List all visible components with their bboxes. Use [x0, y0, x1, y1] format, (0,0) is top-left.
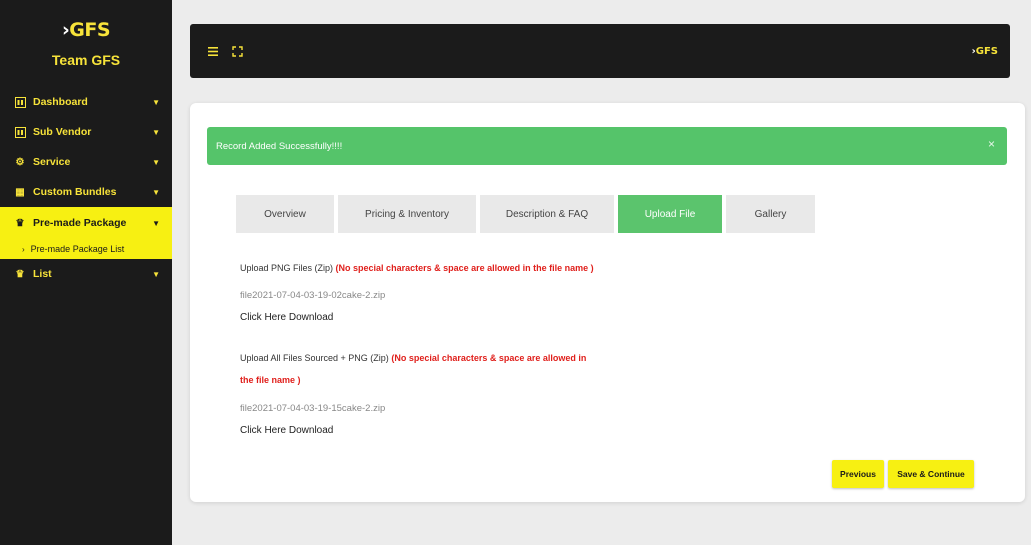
sidebar-item-pre-made-package[interactable]: ♛ Pre-made Package ▼ [0, 207, 172, 239]
dashboard-icon [14, 96, 26, 108]
sidebar-item-sub-vendor[interactable]: Sub Vendor ▼ [0, 117, 172, 147]
fullscreen-icon[interactable] [232, 45, 243, 57]
chevron-down-icon: ▼ [152, 218, 160, 228]
chevron-down-icon: ▼ [152, 127, 160, 137]
chevron-down-icon: ▼ [152, 269, 160, 279]
sidebar: ›GFS Team GFS Dashboard ▼ Sub Vendor ▼ ⚙… [0, 0, 172, 545]
png-upload-title: Upload PNG Files (Zip) [240, 263, 334, 273]
png-upload-warning: (No special characters & space are allow… [335, 263, 594, 273]
chevron-down-icon: ▼ [152, 157, 160, 167]
topbar-logo[interactable]: ›GFS [972, 46, 998, 57]
all-upload-warning: (No special characters & space are allow… [391, 353, 587, 363]
sidebar-item-label: Custom Bundles [33, 186, 117, 198]
package-icon: ♛ [15, 217, 25, 229]
sidebar-item-label: Pre-made Package [33, 217, 127, 229]
sidebar-item-custom-bundles[interactable]: ▦ Custom Bundles ▼ [0, 177, 172, 207]
bundle-icon: ▦ [15, 186, 25, 198]
sidebar-item-label: Sub Vendor [33, 126, 92, 138]
sidebar-subitem-label: Pre-made Package List [30, 244, 125, 254]
all-file-name: file2021-07-04-03-19-15cake-2.zip [240, 403, 386, 414]
sidebar-item-label: Service [33, 156, 71, 168]
png-upload-label: Upload PNG Files (Zip) (No special chara… [240, 263, 594, 273]
sidebar-subitem-pre-made-package-list[interactable]: › Pre-made Package List [0, 239, 172, 259]
all-upload-warning-cont: the file name ) [240, 375, 301, 385]
top-bar: ›GFS [190, 24, 1010, 78]
list-icon: ♛ [15, 268, 25, 280]
tab-gallery[interactable]: Gallery [726, 195, 815, 233]
sidebar-item-dashboard[interactable]: Dashboard ▼ [0, 87, 172, 117]
all-upload-label: Upload All Files Sourced + PNG (Zip) (No… [240, 353, 586, 363]
tab-upload-file[interactable]: Upload File [618, 195, 722, 233]
alert-message: Record Added Successfully!!!! [216, 140, 343, 152]
sidebar-item-label: List [33, 268, 52, 280]
chevron-down-icon: ▼ [152, 97, 160, 107]
png-download-link[interactable]: Click Here Download [240, 312, 333, 323]
sidebar-item-service[interactable]: ⚙ Service ▼ [0, 147, 172, 177]
png-file-name: file2021-07-04-03-19-02cake-2.zip [240, 290, 386, 301]
vendor-icon [14, 126, 26, 138]
all-upload-title: Upload All Files Sourced + PNG (Zip) [240, 353, 389, 363]
close-icon[interactable]: × [988, 137, 995, 151]
team-name: Team GFS [51, 51, 121, 68]
all-download-link[interactable]: Click Here Download [240, 425, 333, 436]
main-card: Record Added Successfully!!!! × Overview… [190, 103, 1025, 502]
service-icon: ⚙ [15, 156, 25, 168]
hamburger-icon[interactable] [208, 46, 218, 56]
tab-pricing-inventory[interactable]: Pricing & Inventory [338, 195, 476, 233]
sidebar-item-label: Dashboard [33, 96, 88, 108]
sidebar-menu: Dashboard ▼ Sub Vendor ▼ ⚙ Service ▼ ▦ C… [0, 87, 172, 289]
success-alert: Record Added Successfully!!!! × [207, 127, 1007, 165]
tab-description-faq[interactable]: Description & FAQ [480, 195, 614, 233]
tab-bar: Overview Pricing & Inventory Description… [236, 195, 819, 233]
chevron-right-icon: › [22, 244, 25, 254]
brand-block: ›GFS Team GFS [0, 0, 172, 84]
previous-button[interactable]: Previous [832, 460, 884, 488]
save-continue-button[interactable]: Save & Continue [888, 460, 974, 488]
sidebar-item-list[interactable]: ♛ List ▼ [0, 259, 172, 289]
tab-overview[interactable]: Overview [236, 195, 334, 233]
chevron-down-icon: ▼ [152, 187, 160, 197]
brand-logo[interactable]: ›GFS [62, 20, 111, 40]
